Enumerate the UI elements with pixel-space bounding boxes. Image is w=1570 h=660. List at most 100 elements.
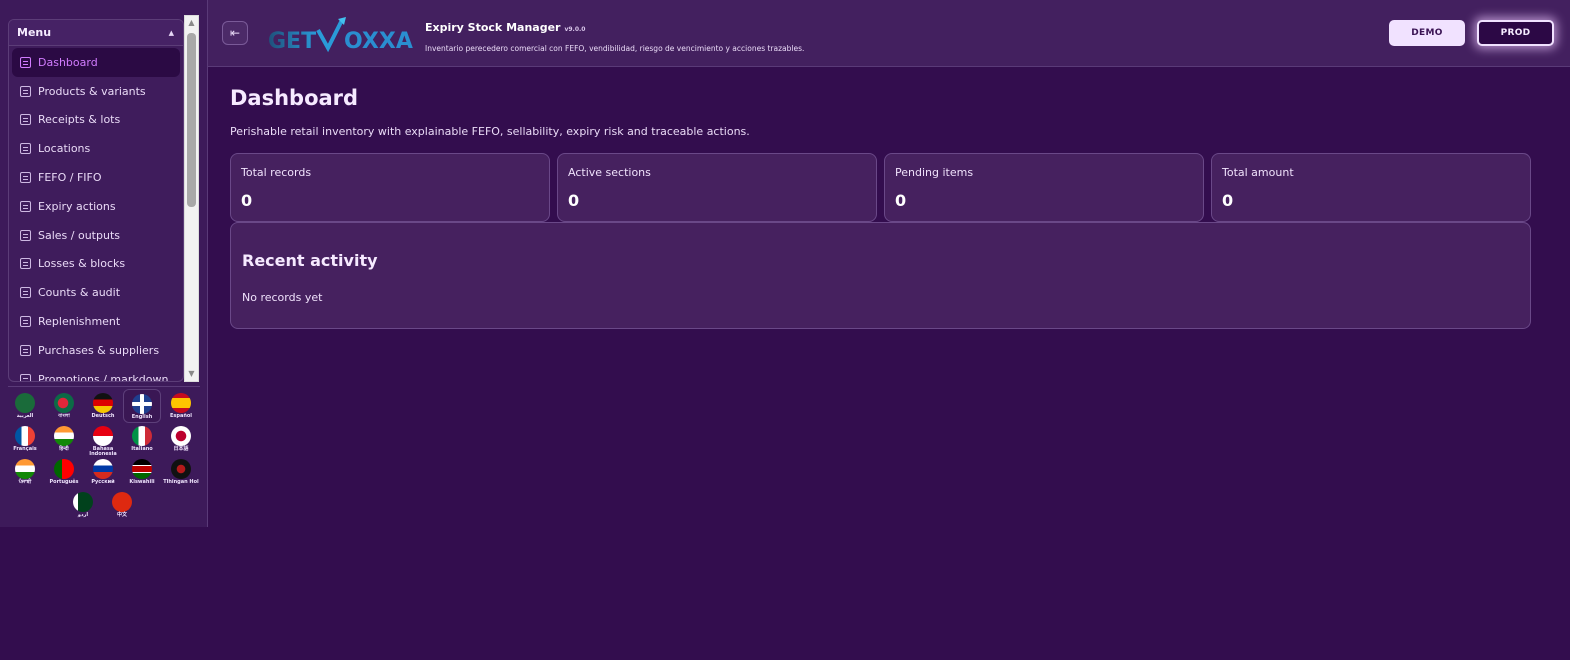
list-icon (20, 114, 31, 126)
menu-scrollbar[interactable]: ▲ ▼ (184, 15, 199, 382)
flag-france-icon (15, 426, 35, 446)
page-title: Dashboard (230, 86, 359, 110)
flag-kenya-icon (132, 459, 152, 479)
language-label: Deutsch (91, 413, 115, 419)
sidebar-item-label: Promotions / markdown (38, 372, 169, 382)
language-option-arabic[interactable]: العربية (6, 391, 44, 425)
sidebar-item-label: FEFO / FIFO (38, 171, 102, 185)
language-label: Français (13, 446, 37, 452)
language-label: Русский (91, 479, 115, 485)
sidebar-item-expiry-actions[interactable]: Expiry actions (12, 192, 180, 221)
stat-value: 0 (568, 191, 580, 210)
language-option-japanese[interactable]: 日本語 (162, 424, 200, 458)
scroll-up-arrow-icon[interactable]: ▲ (185, 16, 198, 30)
stat-label: Total amount (1222, 166, 1294, 179)
language-label: 日本語 (173, 446, 189, 452)
page-subtitle: Perishable retail inventory with explain… (230, 125, 750, 138)
flag-pakistan-icon (73, 492, 93, 512)
sidebar-item-fefo[interactable]: FEFO / FIFO (12, 163, 180, 192)
logo-graphic: GET OXXA (268, 17, 413, 54)
language-option-english[interactable]: English (123, 389, 161, 423)
sidebar-item-replenishment[interactable]: Replenishment (12, 307, 180, 336)
sidebar-divider (8, 386, 200, 387)
language-option-indonesian[interactable]: Bahasa Indonesia (84, 424, 122, 458)
list-icon (20, 229, 31, 241)
sidebar-item-label: Losses & blocks (38, 257, 126, 271)
flag-saudi-arabia-icon (15, 393, 35, 413)
sidebar-item-label: Expiry actions (38, 199, 116, 213)
stat-value: 0 (241, 191, 253, 210)
language-option-chinese[interactable]: 中文 (103, 490, 141, 524)
app-title: Expiry Stock Manager (425, 21, 561, 34)
sidebar-collapse-button[interactable]: ⇤ (222, 21, 248, 45)
sidebar-item-label: Dashboard (38, 55, 98, 69)
list-icon (20, 85, 31, 97)
menu-panel: Menu ▲ Dashboard Products & variants Rec… (8, 19, 184, 382)
sidebar-item-label: Purchases & suppliers (38, 343, 160, 357)
language-option-portuguese[interactable]: Português (45, 457, 83, 491)
prod-button[interactable]: PROD (1477, 20, 1554, 46)
sidebar-item-counts[interactable]: Counts & audit (12, 278, 180, 307)
menu-title: Menu (17, 26, 52, 39)
flag-indonesia-icon (93, 426, 113, 446)
language-option-urdu[interactable]: اردو (64, 490, 102, 524)
stat-card-active-sections: Active sections 0 (557, 153, 877, 222)
stat-label: Active sections (568, 166, 651, 179)
flag-japan-icon (171, 426, 191, 446)
language-label: Bahasa Indonesia (89, 446, 117, 457)
app-version: v9.0.0 (564, 26, 586, 33)
stat-label: Total records (241, 166, 312, 179)
app-titles: Expiry Stock Manager v9.0.0 Inventario pe… (425, 16, 804, 53)
language-option-swahili[interactable]: Kiswahili (123, 457, 161, 491)
flag-klingon-icon (171, 459, 191, 479)
svg-text:OXXA: OXXA (344, 29, 413, 54)
sidebar-item-sales[interactable]: Sales / outputs (12, 221, 180, 250)
list-icon (20, 56, 31, 68)
sidebar-item-label: Locations (38, 142, 91, 156)
list-icon (20, 373, 31, 381)
language-option-french[interactable]: Français (6, 424, 44, 458)
language-option-russian[interactable]: Русский (84, 457, 122, 491)
sidebar-item-purchases[interactable]: Purchases & suppliers (12, 336, 180, 365)
flag-spain-icon (171, 393, 191, 413)
menu-header[interactable]: Menu ▲ (9, 20, 183, 46)
language-option-spanish[interactable]: Español (162, 391, 200, 425)
list-icon (20, 316, 31, 328)
language-option-bengali[interactable]: বাংলা (45, 391, 83, 425)
stat-card-total-amount: Total amount 0 (1211, 153, 1531, 222)
sidebar-item-locations[interactable]: Locations (12, 134, 180, 163)
language-label: اردو (77, 512, 89, 518)
language-option-punjabi[interactable]: ਪੰਜਾਬੀ (6, 457, 44, 491)
flag-germany-icon (93, 393, 113, 413)
top-header: ⇤ GET OXXA Expiry Stock Manager v9.0.0 In… (208, 0, 1570, 67)
chevron-up-icon[interactable]: ▲ (169, 29, 174, 37)
list-icon (20, 172, 31, 184)
sidebar-item-products[interactable]: Products & variants (12, 77, 180, 106)
sidebar-item-promotions[interactable]: Promotions / markdown (12, 365, 180, 382)
sidebar-item-dashboard[interactable]: Dashboard (12, 48, 180, 77)
sidebar: Menu ▲ Dashboard Products & variants Rec… (0, 0, 208, 527)
language-label: हिन्दी (59, 446, 69, 452)
demo-button[interactable]: DEMO (1389, 20, 1465, 46)
collapse-sidebar-icon: ⇤ (229, 26, 241, 40)
language-label: 中文 (116, 512, 127, 518)
logo-text: GET (268, 29, 316, 54)
scroll-down-arrow-icon[interactable]: ▼ (185, 367, 198, 381)
language-option-hindi[interactable]: हिन्दी (45, 424, 83, 458)
stat-value: 0 (1222, 191, 1234, 210)
list-icon (20, 258, 31, 270)
sidebar-item-losses[interactable]: Losses & blocks (12, 250, 180, 279)
language-label: العربية (16, 413, 34, 419)
sidebar-item-label: Receipts & lots (38, 113, 121, 127)
scrollbar-thumb[interactable] (187, 33, 196, 207)
app-subtitle: Inventario perecedero comercial con FEFO… (425, 44, 805, 53)
stat-card-total-records: Total records 0 (230, 153, 550, 222)
language-option-italian[interactable]: Italiano (123, 424, 161, 458)
sidebar-item-receipts[interactable]: Receipts & lots (12, 106, 180, 135)
language-option-german[interactable]: Deutsch (84, 391, 122, 425)
language-option-klingon[interactable]: Tlhingan Hol (162, 457, 200, 491)
flag-portugal-icon (54, 459, 74, 479)
language-label: বাংলা (58, 413, 70, 419)
flag-russia-icon (93, 459, 113, 479)
stat-value: 0 (895, 191, 907, 210)
